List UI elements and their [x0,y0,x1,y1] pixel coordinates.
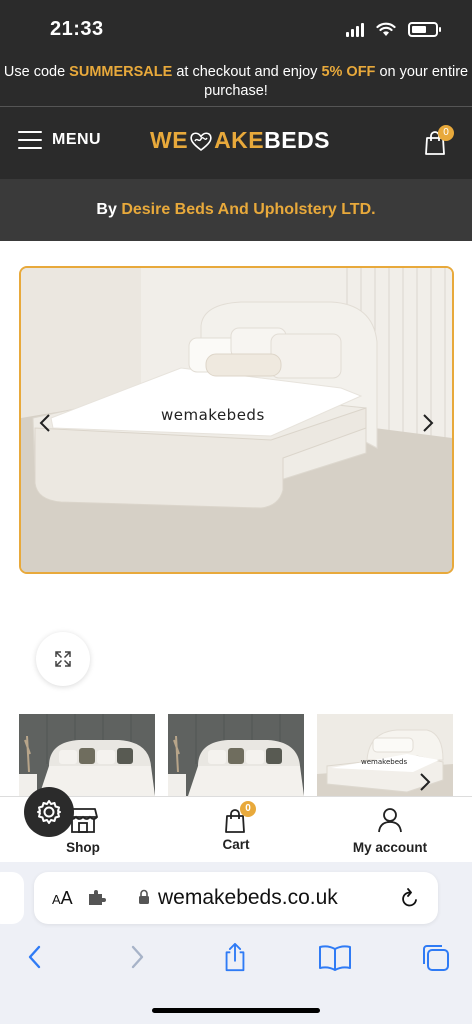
nav-label: Shop [66,840,100,855]
cart-count-badge: 0 [240,801,256,817]
site-logo[interactable]: WE AKE BEDS [150,127,330,154]
seller-byline: By Desire Beds And Upholstery LTD. [0,179,472,241]
settings-fab-button[interactable] [24,787,74,837]
thumbnail[interactable]: wemakebeds [317,714,453,796]
back-icon[interactable] [26,942,44,972]
extension-puzzle-icon[interactable] [88,890,106,906]
header-cart-button[interactable]: 0 [424,125,454,155]
battery-icon [408,22,441,37]
wifi-icon [376,22,396,36]
thumbnail-next-chevron-icon[interactable] [418,770,432,794]
previous-tab-preview[interactable] [0,872,24,924]
thumbnail-photo [19,714,155,796]
thumbnail[interactable] [168,714,304,796]
thumbnail-photo [168,714,304,796]
aa-label: A [52,892,61,907]
image-watermark: wemakebeds [161,406,265,424]
byline-prefix: By [96,201,122,218]
nav-label: My account [352,840,428,855]
logo-text: WE [150,127,189,153]
share-icon[interactable] [222,942,248,972]
product-image[interactable]: wemakebeds [19,266,454,574]
seller-link[interactable]: Desire Beds And Upholstery LTD. [121,201,375,218]
cellular-signal-icon [346,22,364,37]
browser-toolbar [0,940,472,984]
expand-icon [55,651,71,667]
thumbnail-photo [317,714,453,796]
status-time: 21:33 [50,18,104,40]
status-bar: 21:33 [0,0,472,56]
menu-button[interactable]: MENU [18,131,101,149]
promo-discount: 5% OFF [321,64,376,80]
browser-chrome: AA wemakebeds.co.uk [0,862,472,1024]
home-indicator [152,1008,320,1013]
address-bar[interactable]: AA wemakebeds.co.uk [34,872,438,924]
menu-label: MENU [52,131,102,148]
aa-label: A [60,888,73,908]
reload-icon[interactable] [400,887,420,909]
logo-text: AKE [214,127,265,153]
tabs-icon[interactable] [420,942,450,972]
cart-count-badge: 0 [438,125,454,141]
bookmarks-icon[interactable] [318,942,352,972]
chevron-right-icon[interactable] [418,408,438,438]
thumbnail[interactable] [19,714,155,796]
thumbnail-watermark: wemakebeds [361,758,408,766]
promo-text: at checkout and enjoy [172,64,322,80]
zoom-button[interactable] [36,632,90,686]
site-header: MENU WE AKE BEDS 0 [0,107,472,179]
url-text: wemakebeds.co.uk [158,886,338,909]
thumbnail-strip: wemakebeds [19,714,454,796]
user-icon [378,808,402,833]
hamburger-icon [18,131,42,149]
nav-item-cart[interactable]: 0 Cart [216,801,256,852]
reader-text-size-button[interactable]: AA [52,888,73,909]
nav-label: Cart [222,837,250,852]
promo-text: Use code [3,64,70,80]
logo-text: BEDS [264,127,331,153]
promo-code: SUMMERSALE [69,64,173,80]
nav-item-my-account[interactable]: My account [348,807,432,855]
heart-logo-icon [190,131,212,151]
chevron-left-icon[interactable] [35,408,55,438]
promo-banner: Use code SUMMERSALE at checkout and enjo… [0,56,472,106]
lock-icon [139,889,149,904]
status-icons [346,22,441,37]
forward-icon[interactable] [128,942,146,972]
gear-icon [37,800,61,824]
